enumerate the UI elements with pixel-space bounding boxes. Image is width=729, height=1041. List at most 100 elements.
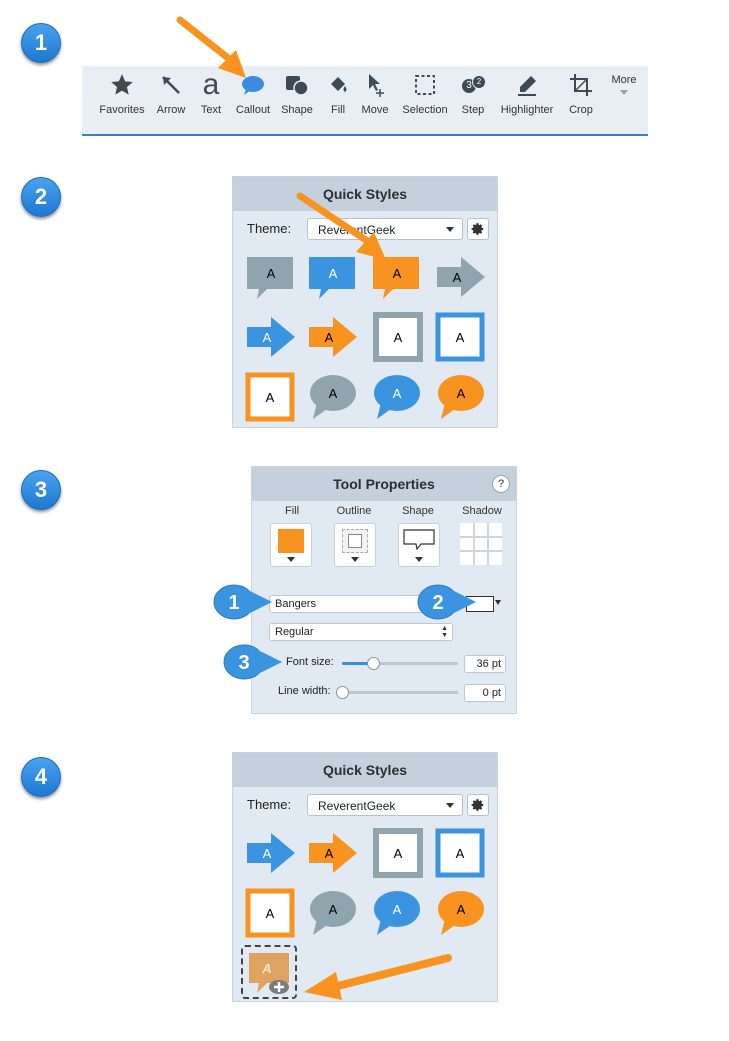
crop-label: Crop <box>569 104 593 116</box>
move-label: Move <box>361 104 389 116</box>
style-gray-box[interactable]: A <box>371 311 427 363</box>
outline-picker[interactable] <box>334 523 376 567</box>
new-style-drop-target[interactable]: A <box>241 945 297 999</box>
style-gray-bubble[interactable]: A <box>305 371 361 423</box>
arrow-label: Arrow <box>156 104 186 116</box>
chevron-down-icon <box>415 557 423 562</box>
style-gray-bubble[interactable]: A <box>305 887 361 939</box>
style-letter: A <box>457 902 466 917</box>
line-width-label: Line width: <box>278 685 331 697</box>
style-blue-bubble[interactable]: A <box>369 887 425 939</box>
chevron-down-icon <box>446 227 454 232</box>
style-blue-box[interactable]: A <box>433 827 489 879</box>
style-letter: A <box>456 330 465 345</box>
favorites-label: Favorites <box>99 104 145 116</box>
fill-color-picker[interactable] <box>270 523 312 567</box>
chevron-down-icon <box>351 557 359 562</box>
shape-picker[interactable] <box>398 523 440 567</box>
outline-column-label: Outline <box>336 505 372 517</box>
font-family-select[interactable]: Bangers <box>269 595 429 613</box>
slider-track <box>342 691 458 694</box>
style-letter: A <box>329 386 338 401</box>
outline-swatch <box>342 529 368 553</box>
style-letter: A <box>261 961 271 976</box>
shadow-picker[interactable] <box>460 523 502 565</box>
shape-column-label: Shape <box>402 505 434 517</box>
style-letter: A <box>329 902 338 917</box>
theme-label: Theme: <box>247 221 292 236</box>
slider-knob[interactable] <box>367 657 381 670</box>
shape-icon <box>278 70 316 100</box>
font-style-select[interactable]: Regular ▲ ▼ <box>269 623 453 641</box>
highlighter-tool[interactable]: Highlighter <box>494 70 560 116</box>
chevron-down-icon <box>287 557 295 562</box>
favorites-tool[interactable]: Favorites <box>98 70 146 116</box>
callout-marker-3: 3 <box>223 644 282 680</box>
theme-label: Theme: <box>247 797 292 812</box>
selection-icon <box>398 70 452 100</box>
style-blue-bubble[interactable]: A <box>369 371 425 423</box>
font-family-value: Bangers <box>275 598 316 610</box>
chevron-down-icon <box>446 803 454 808</box>
quick-styles-title: Quick Styles <box>233 753 497 787</box>
move-tool[interactable]: Move <box>358 70 392 116</box>
pointer-arrow-2 <box>296 192 386 260</box>
crop-icon <box>564 70 598 100</box>
step-1-badge: 1 <box>21 23 61 63</box>
more-button[interactable]: More <box>606 74 642 95</box>
style-orange-bubble[interactable]: A <box>433 887 489 939</box>
step-tool[interactable]: 3 2 Step <box>456 70 490 116</box>
star-icon <box>98 70 146 100</box>
style-orange-arrow[interactable]: A <box>305 311 361 363</box>
shape-label: Shape <box>281 104 313 116</box>
pointer-arrow-4 <box>304 954 452 1000</box>
theme-settings-button[interactable] <box>467 794 489 816</box>
style-orange-box[interactable]: A <box>243 371 299 423</box>
crop-tool[interactable]: Crop <box>564 70 598 116</box>
theme-settings-button[interactable] <box>467 218 489 240</box>
line-width-input[interactable]: 0 pt <box>464 684 506 702</box>
callout-marker-2: 2 <box>417 584 476 620</box>
style-letter: A <box>263 846 272 861</box>
theme-select[interactable]: ReverentGeek <box>307 794 463 816</box>
style-gray-arrow[interactable]: A <box>433 251 489 303</box>
line-width-slider[interactable] <box>336 686 458 699</box>
style-gray-box[interactable]: A <box>371 827 427 879</box>
fill-label: Fill <box>330 104 346 116</box>
selection-tool[interactable]: Selection <box>398 70 452 116</box>
callout-label: Callout <box>235 104 271 116</box>
font-size-slider[interactable] <box>342 657 458 670</box>
style-letter: A <box>263 330 272 345</box>
style-blue-box[interactable]: A <box>433 311 489 363</box>
callout-marker-2-text: 2 <box>432 592 443 614</box>
step-label: Step <box>461 104 485 116</box>
style-letter: A <box>393 266 402 281</box>
text-label: Text <box>200 104 222 116</box>
callout-marker-1: 1 <box>213 584 272 620</box>
font-size-input[interactable]: 36 pt <box>464 655 506 673</box>
style-orange-box[interactable]: A <box>243 887 299 939</box>
style-blue-arrow[interactable]: A <box>243 311 299 363</box>
shadow-column-label: Shadow <box>462 505 502 517</box>
fill-icon <box>324 70 352 100</box>
step-4-badge: 4 <box>21 757 61 797</box>
style-blue-arrow[interactable]: A <box>243 827 299 879</box>
slider-knob[interactable] <box>336 686 349 699</box>
style-letter: A <box>266 906 275 921</box>
style-letter: A <box>325 846 334 861</box>
tool-properties-title: Tool Properties <box>252 467 516 501</box>
shape-tool[interactable]: Shape <box>278 70 316 116</box>
fill-tool[interactable]: Fill <box>324 70 352 116</box>
help-button[interactable]: ? <box>492 475 510 493</box>
new-custom-style: A <box>249 953 289 994</box>
style-orange-bubble[interactable]: A <box>433 371 489 423</box>
callout-marker-3-text: 3 <box>238 652 249 674</box>
toolbar: Favorites Arrow a Text Callout Shape Fil… <box>82 66 648 136</box>
style-letter: A <box>393 902 402 917</box>
style-orange-arrow[interactable]: A <box>305 827 361 879</box>
fill-swatch <box>278 529 304 553</box>
step-2-badge: 2 <box>21 177 61 217</box>
stepper-icon: ▲ ▼ <box>441 625 448 639</box>
style-letter: A <box>393 386 402 401</box>
pointer-arrow-1 <box>176 16 246 78</box>
